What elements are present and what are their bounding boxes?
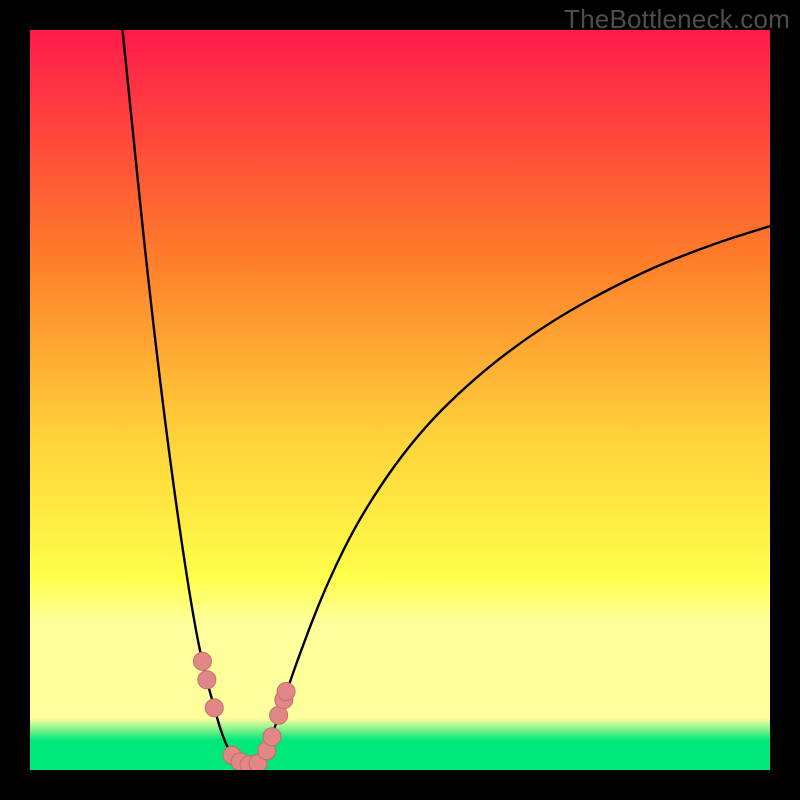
plot-area <box>30 30 770 770</box>
marker-left-0 <box>193 652 211 670</box>
outer-frame: TheBottleneck.com <box>0 0 800 800</box>
marker-right-1 <box>263 728 281 746</box>
chart-svg <box>30 30 770 770</box>
marker-left-1 <box>198 671 216 689</box>
marker-right-4 <box>277 683 295 701</box>
marker-left-2 <box>205 699 223 717</box>
watermark-text: TheBottleneck.com <box>564 4 790 35</box>
gradient-background <box>30 30 770 770</box>
